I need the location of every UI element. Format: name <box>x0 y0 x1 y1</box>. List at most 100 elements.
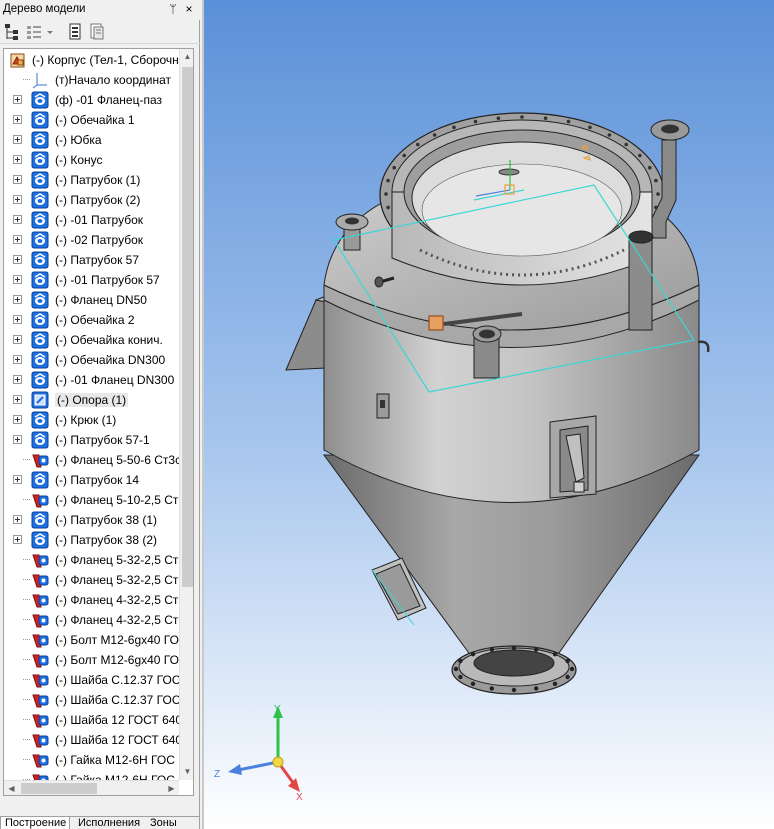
tree-item[interactable]: (-) Шайба 12 ГОСТ 640 <box>4 730 182 750</box>
expand-icon[interactable] <box>13 535 22 544</box>
expand-icon[interactable] <box>13 295 22 304</box>
tree-item[interactable]: (-) Конус <box>4 150 179 170</box>
standard-part-icon <box>32 734 49 748</box>
tree-root-label: (-) Корпус (Тел-1, Сборочн <box>32 53 179 67</box>
tree-item-label: (-) -02 Патрубок <box>55 233 144 247</box>
expand-icon[interactable] <box>13 515 22 524</box>
part-icon <box>31 271 49 289</box>
tree-item[interactable]: (-) Фланец DN50 <box>4 290 179 310</box>
tree-item[interactable]: (-) -01 Патрубок 57 <box>4 270 179 290</box>
expand-icon[interactable] <box>13 475 22 484</box>
expand-icon[interactable] <box>13 355 22 364</box>
expand-icon[interactable] <box>13 135 22 144</box>
tree-connector <box>23 499 30 500</box>
tree-root-item[interactable]: (-) Корпус (Тел-1, Сборочн <box>4 50 179 70</box>
expand-icon[interactable] <box>13 415 22 424</box>
part-icon <box>31 151 49 169</box>
tree-item[interactable]: (-) Крюк (1) <box>4 410 179 430</box>
horizontal-scroll-thumb[interactable] <box>21 783 97 794</box>
tree-connector <box>23 79 30 80</box>
tree-item[interactable]: (-) Фланец 5-32-2,5 Ст <box>4 570 179 590</box>
tree-item-label: (-) Шайба С.12.37 ГОС <box>55 693 181 707</box>
tree-item[interactable]: (-) -01 Фланец DN300 <box>4 370 179 390</box>
tree-item[interactable]: (-) Патрубок 38 (2) <box>4 530 179 550</box>
part-icon <box>31 191 49 209</box>
expand-icon[interactable] <box>13 115 22 124</box>
expand-icon[interactable] <box>13 155 22 164</box>
dropdown-arrow-icon[interactable] <box>46 23 54 41</box>
collapse-tree-icon[interactable] <box>26 23 42 41</box>
standard-part-icon <box>32 554 49 568</box>
tree-item-label: (-) -01 Патрубок <box>55 213 144 227</box>
tree-item[interactable]: (-) -02 Патрубок <box>4 230 179 250</box>
standard-part-icon <box>32 714 49 728</box>
tab-construction[interactable]: Построение <box>0 817 70 829</box>
tree-horizontal-scrollbar[interactable]: ◀ ▶ <box>4 780 179 795</box>
tree-item[interactable]: (-) Обечайка DN300 <box>4 350 179 370</box>
tree-item[interactable]: (т)Начало координат <box>4 70 179 90</box>
tree-vertical-scrollbar[interactable]: ▲ ▼ <box>179 49 193 780</box>
tree-item[interactable]: (-) Патрубок (2) <box>4 190 179 210</box>
bolt <box>543 116 548 120</box>
tree-item[interactable]: (-) Патрубок 57-1 <box>4 430 179 450</box>
tab-zones[interactable]: Зоны <box>146 817 196 829</box>
part-icon <box>31 251 49 269</box>
expand-icon[interactable] <box>13 195 22 204</box>
expand-icon[interactable] <box>13 175 22 184</box>
part-icon <box>31 371 49 389</box>
axis-y-label: Y <box>274 704 281 715</box>
pin-icon[interactable]: ᛘ <box>166 2 180 17</box>
expand-icon[interactable] <box>13 215 22 224</box>
tree-item-label: (-) Обечайка 2 <box>55 313 135 327</box>
document-icon[interactable] <box>89 23 105 41</box>
tree-item[interactable]: (-) Болт М12-6gx40 ГО <box>4 630 179 650</box>
tree-item[interactable]: (-) Фланец 5-50-6 Ст3с <box>4 450 181 470</box>
tree-item[interactable]: (-) Патрубок (1) <box>4 170 179 190</box>
tab-versions[interactable]: Исполнения <box>74 817 142 829</box>
scroll-down-arrow-icon[interactable]: ▼ <box>180 764 193 780</box>
tree-item[interactable]: (-) Патрубок 57 <box>4 250 179 270</box>
expand-icon[interactable] <box>13 235 22 244</box>
tree-item[interactable]: (-) Фланец 4-32-2,5 Ст <box>4 590 179 610</box>
scroll-right-arrow-icon[interactable]: ▶ <box>164 781 179 795</box>
tree-item[interactable]: (-) Шайба 12 ГОСТ 640 <box>4 710 182 730</box>
tree-item[interactable]: (-) Фланец 4-32-2,5 Ст <box>4 610 179 630</box>
tree-item[interactable]: (-) Патрубок 38 (1) <box>4 510 179 530</box>
tree-item-label: (-) Патрубок 38 (1) <box>55 513 158 527</box>
tree-item[interactable]: (-) Фланец 5-10-2,5 Ст <box>4 490 179 510</box>
bolt <box>648 165 652 170</box>
standard-part-icon <box>32 494 49 508</box>
tree-item[interactable]: (-) Обечайка 1 <box>4 110 179 130</box>
vertical-scroll-thumb[interactable] <box>182 67 193 587</box>
part-icon <box>31 511 49 529</box>
expand-icon[interactable] <box>13 315 22 324</box>
part-icon <box>31 111 49 129</box>
tree-item[interactable]: (-) Гайка М12-6Н ГОС <box>4 750 179 770</box>
properties-icon[interactable] <box>68 23 82 41</box>
scroll-left-arrow-icon[interactable]: ◀ <box>4 781 19 795</box>
tree-item[interactable]: (-) Фланец 5-32-2,5 Ст <box>4 550 179 570</box>
expand-icon[interactable] <box>13 435 22 444</box>
tree-item[interactable]: (-) Обечайка конич. <box>4 330 179 350</box>
expand-icon[interactable] <box>13 275 22 284</box>
tree-item[interactable]: (-) Юбка <box>4 130 179 150</box>
expand-icon[interactable] <box>13 375 22 384</box>
tree-item[interactable]: (-) Патрубок 14 <box>4 470 179 490</box>
tree-structure-icon[interactable] <box>4 23 20 41</box>
tree-item-label: (-) Фланец 5-32-2,5 Ст <box>55 573 179 587</box>
tree-item[interactable]: (-) -01 Патрубок <box>4 210 179 230</box>
tree-item[interactable]: (-) Опора (1) <box>4 390 179 410</box>
bolt <box>511 687 517 693</box>
tree-item[interactable]: (-) Обечайка 2 <box>4 310 179 330</box>
expand-icon[interactable] <box>13 255 22 264</box>
scroll-up-arrow-icon[interactable]: ▲ <box>180 49 193 65</box>
expand-icon[interactable] <box>13 335 22 344</box>
expand-icon[interactable] <box>13 95 22 104</box>
tree-item[interactable]: (ф) -01 Фланец-паз <box>4 90 179 110</box>
tree-item[interactable]: (-) Шайба С.12.37 ГОС <box>4 690 181 710</box>
close-icon[interactable]: × <box>182 2 196 17</box>
3d-viewport[interactable]: Y Z X <box>202 0 774 829</box>
tree-item[interactable]: (-) Шайба С.12.37 ГОС <box>4 670 181 690</box>
expand-icon[interactable] <box>13 395 22 404</box>
tree-item[interactable]: (-) Болт М12-6gx40 ГО <box>4 650 179 670</box>
